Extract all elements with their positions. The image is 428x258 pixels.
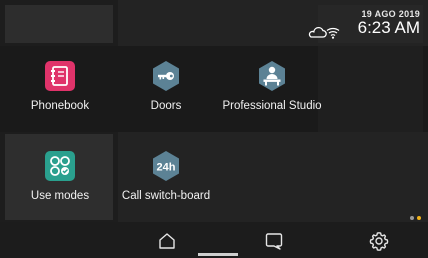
- badge-24h: 24h: [157, 162, 176, 174]
- app-label: Doors: [150, 100, 182, 112]
- wifi-icon: [326, 27, 340, 39]
- app-label: Phonebook: [30, 100, 90, 112]
- status-icons: [308, 24, 340, 40]
- home-button[interactable]: [156, 230, 178, 252]
- phonebook-icon: [44, 60, 76, 92]
- page-dot-2-active: [417, 216, 421, 220]
- page-indicator: [410, 216, 424, 221]
- app-call-switchboard[interactable]: 24h Call switch-board: [113, 140, 219, 224]
- page-dot-1: [410, 216, 414, 220]
- time-text: 6:23 AM: [357, 18, 420, 37]
- cloud-icon: [308, 26, 327, 38]
- clock: 19 AGO 2019 6:23 AM: [358, 9, 420, 38]
- home-indicator-bar: [198, 253, 238, 256]
- settings-icon: [369, 232, 389, 251]
- call-switchboard-24h-icon: 24h: [150, 150, 182, 182]
- messages-button[interactable]: [263, 230, 285, 252]
- professional-studio-icon: [256, 60, 288, 92]
- settings-button[interactable]: [368, 230, 390, 252]
- empty-panel: [318, 46, 423, 132]
- home-screen: 19 AGO 2019 6:23 AM Phonebook Doors Prof…: [0, 0, 428, 258]
- app-doors[interactable]: Doors: [113, 50, 219, 134]
- app-professional-studio[interactable]: Professional Studio: [219, 50, 325, 134]
- app-use-modes[interactable]: Use modes: [7, 140, 113, 224]
- app-label: Use modes: [30, 190, 90, 202]
- home-icon: [159, 233, 175, 249]
- app-label: Professional Studio: [222, 100, 322, 112]
- messages-icon: [265, 233, 283, 250]
- use-modes-icon: [44, 150, 76, 182]
- doors-key-icon: [150, 60, 182, 92]
- app-phonebook[interactable]: Phonebook: [7, 50, 113, 134]
- app-label: Call switch-board: [121, 190, 211, 202]
- empty-panel: [5, 5, 113, 43]
- cloud-wifi-icons: [308, 26, 340, 39]
